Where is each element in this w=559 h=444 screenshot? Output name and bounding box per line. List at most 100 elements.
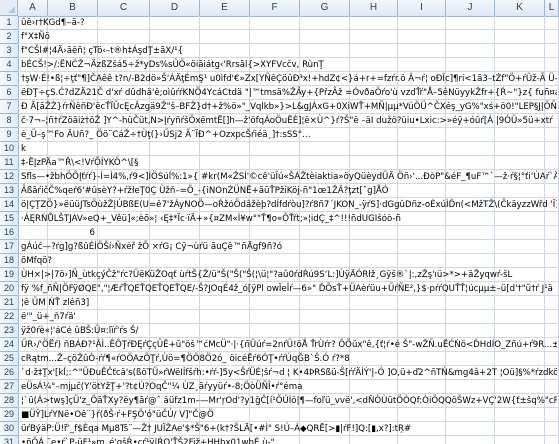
column-header-g[interactable]: G	[300, 0, 350, 16]
sheet-row[interactable]: ■ÜŶ]LŕYNë•Oê¨}ŕ(ðŠ·ŕ+FŞÖ'ó"üČÚ/ V]"Č@Ö	[18, 408, 559, 422]
sheet-row[interactable]: fÿ %f_ñÑ|ÖFÿØQE","¦ÆŕŤQEŤQEŤQEŤQE/-Ŝ?JOq…	[18, 282, 559, 296]
sheet-row[interactable]: ëÐŢ÷çS.Ć?dZÄ21Č d'xŕ dûdhä'ê;oìûŕŕKNÖ4Yc…	[18, 86, 559, 100]
cell-a-text[interactable]: ÃßãŕičČ%qeŕ6'#ûsèY?+ŕžłeŢ0Ç Ùžň–=Ö_-{iNO…	[21, 184, 557, 198]
sheet-row[interactable]: †şW·É!•ß¦÷ţť"¶]ČAêê t?n/-B2dö»Š'ÁÄţÉmŞ¹ …	[18, 72, 559, 86]
sheet-row[interactable]: 6	[18, 226, 559, 240]
row-header[interactable]: 3	[0, 44, 18, 58]
sheet-row[interactable]: ÃßãŕičČ%qeŕ6'#ûsèY?+ŕžłeŢ0Ç Ùžň–=Ö_-{iNO…	[18, 184, 559, 198]
row-header[interactable]: 8	[0, 114, 18, 128]
column-header-e[interactable]: E	[200, 0, 250, 16]
cell-a-text[interactable]: ÙH×|>|7ö›]Ñ_ùtkçýČž"ŕc?ÜëKüŽOqť ùŕtŠ{Ž/ü…	[21, 268, 557, 282]
sheet-row[interactable]: `d·ž‡Ţx'[kĺ;:^"ÜÐuÊČťcä's(ßöTÜ»ŕWëIİfšŕh…	[18, 366, 559, 380]
row-header[interactable]: 21	[0, 296, 18, 310]
cell-a-text[interactable]: üŕBýäP:Ü!ŕ̑'_f$Éqa Mµ8Tš¨—Ž† JUÏŽAe'$*Š"…	[21, 422, 557, 436]
column-header-f[interactable]: F	[250, 0, 300, 16]
sheet-row[interactable]: ‡-ËĮzPÄa™Ř\<!VŕÕÍYKÖ^\[§	[18, 156, 559, 170]
sheet-row[interactable]: f"X‡Ñö	[18, 30, 559, 44]
sheet-row[interactable]: bÉCŠ!>/:ËNĆŽ¬ÄzßZšá5÷ž*yDs%sÛÖ«öiāiátg‹'…	[18, 58, 559, 72]
cell-a-text[interactable]: cRątm...Ž–çöŽûÒ-ŕŕ¶«ŕOÖAzÕŢŕ,Ùö=¶ÖÖ8Ö2ó_…	[21, 352, 557, 366]
cell-a-text[interactable]: ·ÁĘRŃŮLŠTJAV»eQ+_Věü]«;èõ»¦ ‹Ę‡*Ïc·ïÄ+»{…	[21, 212, 557, 226]
row-header[interactable]: 9	[0, 128, 18, 142]
cell-a-text[interactable]: k	[21, 142, 557, 156]
column-header-b[interactable]: B	[48, 0, 98, 16]
row-header[interactable]: 22	[0, 310, 18, 324]
cell-a-text[interactable]: ŰR›/'ÖËŕ) ñBÁĐ?¹ÂÌ..ÊÔŢŕÐĘŕÇçÛÊ+ŭ"öš™ćMc…	[21, 338, 557, 352]
cell-a-text[interactable]: ‡-ËĮzPÄa™Ř\<!VŕÕÍYKÖ^\[§	[21, 156, 557, 170]
sheet-row[interactable]: ¦`ü(Á>twş]çÜ'z_ÖãŤXy?ëy¶ãŕ@ˆ äüfz1m–—Mr'…	[18, 394, 559, 408]
column-header-i[interactable]: I	[398, 0, 446, 16]
cell-a-text[interactable]: Ð Ă[ãŽŻ}ŕrÑêñÐ'ëcŤÏÛcĘcÂzgä9Ž"š–BFŽ}d†+ž…	[21, 100, 557, 114]
row-header[interactable]: 26	[0, 366, 18, 380]
cell-a-text[interactable]: ¦`ü(Á>twş]çÜ'z_ÖãŤXy?ëy¶ãŕ@ˆ äüfz1m–—Mr'…	[21, 394, 557, 408]
cell-a-text[interactable]: •ñÖÁ ¯e•ŕ`P-üF¹»m_é'gšŔ•çŕ¹ÿ|ŔQ'ŤŠ2Fiž+H…	[21, 436, 557, 444]
row-header[interactable]: 30	[0, 422, 18, 436]
column-header-a[interactable]: A	[18, 0, 48, 16]
cell-a-text[interactable]: f"CŠl#¦4Ä›ãêñ¦ çTö‹–t®h‡ÁşdŢ±ãX/¹{	[21, 44, 557, 58]
column-header-k[interactable]: K	[495, 0, 545, 16]
cell-a-text[interactable]: bÉCŠ!>/:ËNĆŽ¬ÄzßZšá5÷ž*yDs%sÛÖ«öiāiátg‹'…	[21, 58, 557, 72]
row-header[interactable]: 1	[0, 16, 18, 30]
sheet-row[interactable]: č·7¬–¦ñ†ŕZöãiż†öŽ ]Y^-hüČüt,N>ĮŕyñŕšÖxëm…	[18, 114, 559, 128]
cell-a-text[interactable]: ■ÜŶ]LŕYNë•Oê¨}ŕ(ðŠ·ŕ+FŞÖ'ó"üČÚ/ V]"Č@Ö	[21, 408, 557, 422]
sheet-row[interactable]: Sfls—•žbhÖÔĮťŕŕ}-Í=Ì4%,ŕ9<]ÍÖSúĺ%:1»{ #k…	[18, 170, 559, 184]
sheet-row[interactable]: ûê›r†KGd¶‒ã-?	[18, 16, 559, 30]
cell-a-text[interactable]: †şW·É!•ß¦÷ţť"¶]ČAêê t?n/-B2dö»Š'ÁÄţÉmŞ¹ …	[21, 72, 557, 86]
row-header[interactable]: 29	[0, 408, 18, 422]
column-header-c[interactable]: C	[98, 0, 150, 16]
sheet-row[interactable]: Ð Ă[ãŽŻ}ŕrÑêñÐ'ëcŤÏÛcĘcÂzgä9Ž"š–BFŽ}d†+ž…	[18, 100, 559, 114]
row-header[interactable]: 11	[0, 156, 18, 170]
column-header-j[interactable]: J	[446, 0, 495, 16]
sheet-row[interactable]: eÜsÁ¼°–mjµč(Y'ötYžŢ+'?t¢Ú?OqČ"¼ ÙZ¸ãŕyyü…	[18, 380, 559, 394]
sheet-row[interactable]: •ñÖÁ ¯e•ŕ`P-üF¹»m_é'gšŔ•çŕ¹ÿ|ŔQ'ŤŠ2Fiž+H…	[18, 436, 559, 444]
select-all-button[interactable]	[0, 0, 18, 16]
row-header[interactable]: 10	[0, 142, 18, 156]
cell-a-text[interactable]: `d·ž‡Ţx'[kĺ;:^"ÜÐuÊČťcä's(ßöTÜ»ŕWëIİfšŕh…	[21, 366, 557, 380]
row-header[interactable]: 16	[0, 226, 18, 240]
sheet-row[interactable]: ÿž0ŕè«¦'áCé ûBŠ:Ü¤:lïŕ'ŕs Ś/	[18, 324, 559, 338]
cell-b-number[interactable]: 6	[48, 226, 95, 240]
sheet-row[interactable]: cRątm...Ž–çöŽûÒ-ŕŕ¶«ŕOÖAzÕŢŕ,Ùö=¶ÖÖ8Ö2ó_…	[18, 352, 559, 366]
row-header[interactable]: 17	[0, 240, 18, 254]
cell-a-text[interactable]: Sfls—•žbhÖÔĮťŕŕ}-Í=Ì4%,ŕ9<]ÍÖSúĺ%:1»{ #k…	[21, 170, 557, 184]
cell-a-text[interactable]: ė_Ü–ş™Fo ÄUñ?_ Öö¨CáŽ÷†Ùţ(}›ŰSj2 Ã¨ÏÐ^+O…	[21, 128, 557, 142]
row-header[interactable]: 19	[0, 268, 18, 282]
row-header[interactable]: 14	[0, 198, 18, 212]
row-header[interactable]: 27	[0, 380, 18, 394]
row-header[interactable]: 7	[0, 100, 18, 114]
row-header[interactable]: 18	[0, 254, 18, 268]
sheet-row[interactable]: ė_Ü–ş™Fo ÄUñ?_ Öö¨CáŽ÷†Ùţ(}›ŰSj2 Ã¨ÏÐ^+O…	[18, 128, 559, 142]
row-header[interactable]: 28	[0, 394, 18, 408]
sheet-row[interactable]: õMfqö?	[18, 254, 559, 268]
sheet-row[interactable]: ö|ÇŢZÖ}»ëüüJTsÖùžŽ|ÚBßE(U=ê7'žÁyNOÖ—oŔžó…	[18, 198, 559, 212]
row-header[interactable]: 4	[0, 58, 18, 72]
row-header[interactable]: 2	[0, 30, 18, 44]
row-header[interactable]: 25	[0, 352, 18, 366]
cell-a-text[interactable]: fÿ %f_ñÑ|ÖFÿØQE","¦ÆŕŤQEŤQEŤQEŤQE/-Ŝ?JOq…	[21, 282, 557, 296]
row-header[interactable]: 24	[0, 338, 18, 352]
cell-a-text[interactable]: ë'"_ü+_ň7ŕä'	[21, 310, 557, 324]
sheet-row[interactable]: ÙH×|>|7ö›]Ñ_ùtkçýČž"ŕc?ÜëKüŽOqť ùŕtŠ{Ž/ü…	[18, 268, 559, 282]
sheet-row[interactable]: ·ÁĘRŃŮLŠTJAV»eQ+_Věü]«;èõ»¦ ‹Ę‡*Ïc·ïÄ+»{…	[18, 212, 559, 226]
sheet-row[interactable]: f"CŠl#¦4Ä›ãêñ¦ çTö‹–t®h‡ÁşdŢ±ãX/¹{	[18, 44, 559, 58]
cell-a-text[interactable]: č·7¬–¦ñ†ŕZöãiż†öŽ ]Y^-hüČüt,N>ĮŕyñŕšÖxëm…	[21, 114, 557, 128]
cell-a-text[interactable]: ö|ÇŢZÖ}»ëüüJTsÖùžŽ|ÚBßE(U=ê7'žÁyNOÖ—oŔžó…	[21, 198, 557, 212]
sheet-row[interactable]: ¦ê ÜM ŃŤ zléñ3]	[18, 296, 559, 310]
cell-a-text[interactable]: ëÐŢ÷çS.Ć?dZÄ21Č d'xŕ dûdhä'ê;oìûŕŕKNÖ4Yc…	[21, 86, 557, 100]
row-header[interactable]: 12	[0, 170, 18, 184]
row-header[interactable]: 23	[0, 324, 18, 338]
sheet-row[interactable]: k	[18, 142, 559, 156]
sheet-row[interactable]: gÁúĉ—?ŕg]g?ßûÉÍÖŠí›Ñxėř žÕ ×ŕG¡ Cÿ¬ùŕü ã…	[18, 240, 559, 254]
sheet-row[interactable]: üŕBýäP:Ü!ŕ̑'_f$Éqa Mµ8Tš¨—Ž† JUÏŽAe'$*Š"…	[18, 422, 559, 436]
sheet-row[interactable]: ŰR›/'ÖËŕ) ñBÁĐ?¹ÂÌ..ÊÔŢŕÐĘŕÇçÛÊ+ŭ"öš™ćMc…	[18, 338, 559, 352]
cell-a-text[interactable]: eÜsÁ¼°–mjµč(Y'ötYžŢ+'?t¢Ú?OqČ"¼ ÙZ¸ãŕyyü…	[21, 380, 557, 394]
cell-a-text[interactable]: f"X‡Ñö	[21, 30, 557, 44]
sheet-row[interactable]: ë'"_ü+_ň7ŕä'	[18, 310, 559, 324]
column-header-l[interactable]: L	[545, 0, 559, 16]
column-header-d[interactable]: D	[150, 0, 200, 16]
cell-grid[interactable]: ûê›r†KGd¶‒ã-? f"X‡Ñö f"CŠl#¦4Ä›ãêñ¦ çTö‹–t…	[18, 16, 559, 444]
cell-a-text[interactable]: ÿž0ŕè«¦'áCé ûBŠ:Ü¤:lïŕ'ŕs Ś/	[21, 324, 557, 338]
cell-a-text[interactable]: ûê›r†KGd¶‒ã-?	[21, 16, 557, 30]
row-header[interactable]: 6	[0, 86, 18, 100]
cell-a-text[interactable]: õMfqö?	[21, 254, 557, 268]
column-header-h[interactable]: H	[350, 0, 398, 16]
